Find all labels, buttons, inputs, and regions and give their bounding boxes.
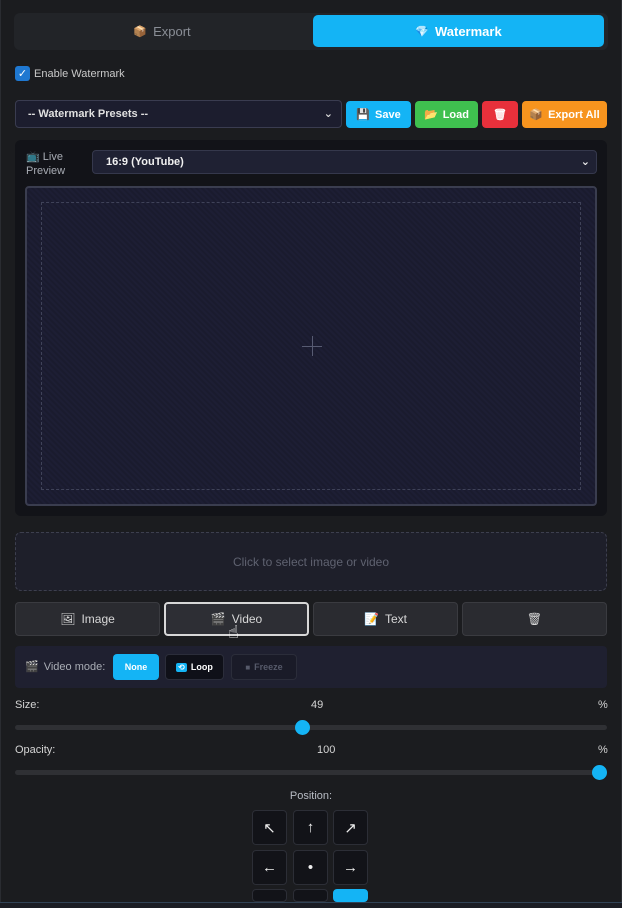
- arrow-right-icon: →: [343, 859, 358, 876]
- diamond-icon: 💎: [415, 25, 429, 38]
- bottom-edge: [0, 902, 622, 908]
- arrow-up-icon: ↑: [306, 819, 315, 836]
- size-value: 49: [311, 699, 324, 711]
- opacity-unit: %: [598, 744, 608, 756]
- delete-preset-button[interactable]: 🗑: [482, 101, 518, 128]
- tab-export-label: Export: [153, 23, 191, 39]
- package-icon: 📦: [133, 25, 148, 38]
- image-button[interactable]: 🖼 Image: [15, 602, 160, 636]
- save-label: Save: [375, 108, 401, 121]
- text-label: Text: [384, 612, 407, 626]
- opacity-slider-track[interactable]: [15, 770, 607, 775]
- export-all-label: Export All: [548, 108, 600, 121]
- film-icon: 🎬: [210, 612, 226, 626]
- presets-selected-value: -- Watermark Presets --: [28, 108, 149, 120]
- video-mode-row: 🎬 Video mode: None ⟲ Loop ■ Freeze: [15, 646, 607, 688]
- live-preview-panel: 📺 Live Preview 16:9 (YouTube) ⌄: [15, 140, 607, 516]
- tab-watermark-label: Watermark: [434, 23, 502, 39]
- trash-icon: 🗑: [526, 612, 543, 626]
- media-dropzone[interactable]: Click to select image or video: [15, 532, 607, 591]
- preview-canvas[interactable]: [25, 186, 597, 506]
- position-bottom-button[interactable]: [293, 889, 328, 902]
- opacity-label: Opacity:: [15, 744, 56, 756]
- load-label: Load: [442, 108, 469, 121]
- video-mode-none-button[interactable]: None: [113, 654, 159, 680]
- video-mode-loop-button[interactable]: ⟲ Loop: [165, 654, 224, 680]
- enable-watermark-row: ✓ Enable Watermark: [15, 66, 125, 81]
- position-top-left-button[interactable]: ↖: [252, 810, 287, 845]
- film-icon: 🎬: [25, 661, 39, 673]
- position-bottom-right-button[interactable]: [333, 889, 368, 902]
- tv-icon: 📺: [26, 151, 40, 163]
- live-preview-label: 📺 Live Preview: [26, 150, 86, 178]
- center-crosshair: [312, 336, 313, 356]
- arrow-up-left-icon: ↖: [263, 819, 276, 837]
- center-dot-icon: •: [307, 859, 314, 876]
- hand-cursor-icon: ☝: [228, 622, 239, 642]
- enable-watermark-checkbox[interactable]: ✓: [15, 66, 30, 81]
- video-mode-label: 🎬 Video mode:: [25, 660, 106, 674]
- position-top-right-button[interactable]: ↗: [333, 810, 368, 845]
- tab-export[interactable]: 📦 Export: [14, 15, 310, 47]
- image-icon: 🖼: [60, 612, 76, 626]
- load-preset-button[interactable]: 📂 Load: [415, 101, 478, 128]
- size-slider-thumb[interactable]: [295, 720, 310, 735]
- snowflake-icon: ■: [245, 662, 251, 672]
- video-mode-freeze-button[interactable]: ■ Freeze: [231, 654, 297, 680]
- folder-icon: 📂: [424, 109, 438, 121]
- aspect-ratio-select[interactable]: 16:9 (YouTube) ⌄: [92, 150, 597, 174]
- opacity-slider-thumb[interactable]: [592, 765, 607, 780]
- position-center-button[interactable]: •: [293, 850, 328, 885]
- arrow-up-right-icon: ↗: [344, 819, 357, 837]
- floppy-disk-icon: 💾: [356, 109, 370, 121]
- position-left-button[interactable]: ←: [252, 850, 287, 885]
- opacity-value: 100: [317, 744, 336, 756]
- size-label: Size:: [15, 699, 40, 711]
- text-button[interactable]: 📝 Text: [313, 602, 458, 636]
- size-slider-track[interactable]: [15, 725, 607, 730]
- position-top-button[interactable]: ↑: [293, 810, 328, 845]
- enable-watermark-label: Enable Watermark: [34, 67, 125, 80]
- position-bottom-left-button[interactable]: [252, 889, 287, 902]
- tab-watermark[interactable]: 💎 Watermark: [313, 15, 604, 47]
- chevron-down-icon: ⌄: [580, 156, 590, 168]
- export-all-button[interactable]: 📦 Export All: [522, 101, 607, 128]
- clear-media-button[interactable]: 🗑: [462, 602, 607, 636]
- dropzone-text: Click to select image or video: [232, 554, 390, 569]
- mode-none-label: None: [124, 662, 148, 672]
- aspect-ratio-value: 16:9 (YouTube): [106, 156, 184, 168]
- size-unit: %: [598, 699, 608, 711]
- package-icon: 📦: [529, 109, 544, 121]
- tab-bar: 📦 Export 💎 Watermark: [14, 13, 608, 50]
- position-right-button[interactable]: →: [333, 850, 368, 885]
- mode-freeze-label: Freeze: [254, 662, 283, 672]
- arrow-left-icon: ←: [262, 859, 277, 876]
- chevron-down-icon: ⌄: [323, 108, 333, 120]
- image-label: Image: [81, 612, 115, 626]
- mode-loop-label: Loop: [190, 662, 213, 672]
- loop-icon: ⟲: [176, 662, 187, 672]
- document-icon: 📝: [364, 612, 379, 626]
- trash-icon: 🗑: [493, 109, 507, 121]
- watermark-presets-select[interactable]: -- Watermark Presets -- ⌄: [15, 100, 342, 128]
- save-preset-button[interactable]: 💾 Save: [346, 101, 411, 128]
- position-title: Position:: [289, 790, 333, 802]
- video-mode-text: Video mode:: [43, 660, 106, 673]
